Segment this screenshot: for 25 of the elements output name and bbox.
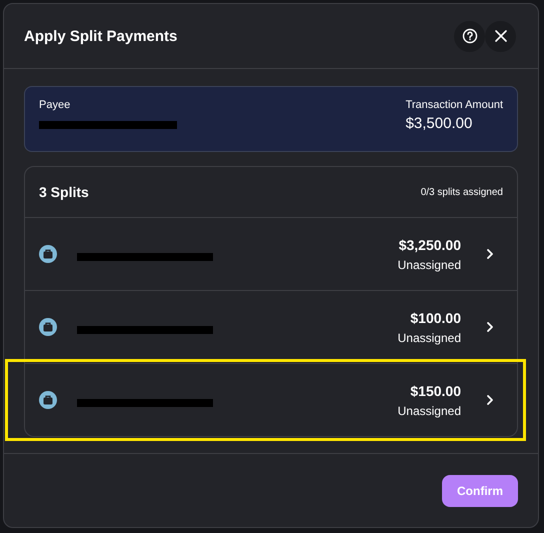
splits-title: 3 Splits [39,184,89,200]
split-amount: $3,250.00 [398,236,461,252]
split-amount: $100.00 [410,310,461,326]
split-row[interactable]: $100.00 Unassigned [25,291,517,363]
close-icon [494,29,508,43]
briefcase-icon [39,245,57,263]
briefcase-icon [39,391,57,409]
split-status: Unassigned [398,258,461,272]
chevron-right-icon [485,394,495,406]
split-row[interactable]: $150.00 Unassigned [25,364,517,436]
split-status: Unassigned [398,404,461,418]
split-status: Unassigned [398,330,461,344]
help-icon [462,28,478,44]
split-amount: $150.00 [410,382,461,398]
chevron-right-icon [485,321,495,333]
help-button[interactable] [454,20,485,52]
split-row[interactable]: $3,250.00 Unassigned [25,218,517,290]
transaction-amount: $3,500.00 [406,115,474,132]
briefcase-icon [39,318,57,336]
splits-status: 0/3 splits assigned [420,186,503,198]
close-button[interactable] [485,20,516,52]
amount-label: Transaction Amount [406,99,503,111]
chevron-right-icon [485,248,495,260]
dialog-title: Apply Split Payments [24,28,178,44]
payee-label: Payee [39,99,72,111]
